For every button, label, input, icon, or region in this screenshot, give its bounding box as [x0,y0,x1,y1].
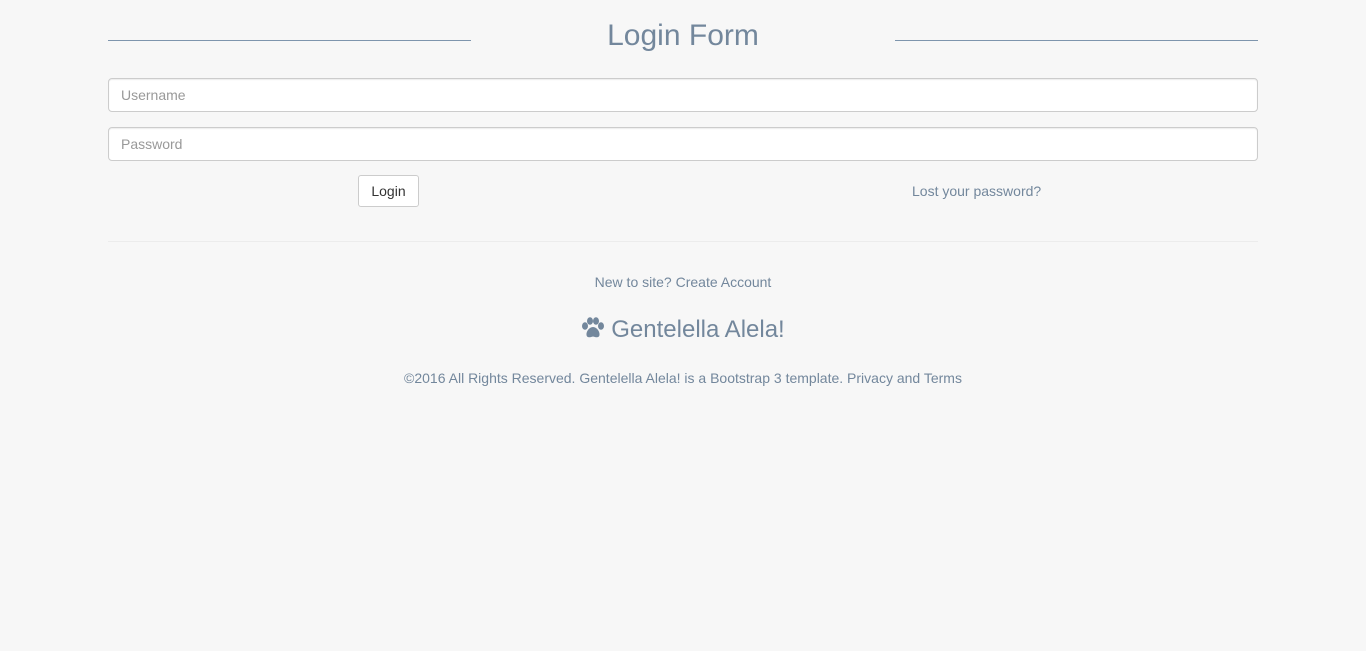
paw-icon [581,317,605,339]
lost-password-link[interactable]: Lost your password? [912,183,1041,199]
form-title-row: Login Form [108,16,1258,60]
brand: Gentelella Alela! [0,315,1366,345]
create-account-link[interactable]: Create Account [676,274,772,290]
signup-row: New to site? Create Account [0,274,1366,290]
page-title: Login Form [607,19,759,52]
separator [108,241,1258,242]
footer-copyright: ©2016 All Rights Reserved. Gentelella Al… [404,370,962,386]
login-page: Login Form Login Lost your password? New… [0,0,1366,651]
username-input[interactable] [108,78,1258,112]
brand-name: Gentelella Alela! [611,316,785,343]
signup-prompt: New to site? [594,274,672,290]
login-button[interactable]: Login [358,175,419,207]
title-divider-right [895,40,1258,41]
password-input[interactable] [108,127,1258,161]
